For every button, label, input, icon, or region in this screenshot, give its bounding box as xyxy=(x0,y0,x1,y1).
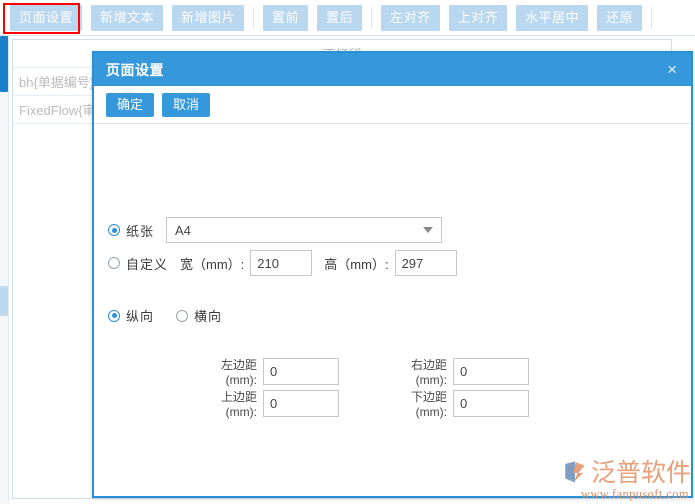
radio-paper-preset[interactable] xyxy=(108,224,120,236)
toolbar-button-send-backward[interactable]: 置后 xyxy=(317,4,363,31)
toolbar-separator-1 xyxy=(253,6,255,29)
margin-cell-bottom: 下边距 (mm): xyxy=(385,390,529,420)
radio-custom-size-label: 自定义 xyxy=(126,256,169,272)
margin-cell-right: 右边距 (mm): xyxy=(385,358,529,388)
margin-cell-left: 左边距 (mm): xyxy=(195,358,339,388)
margin-cell-top: 上边距 (mm): xyxy=(195,390,339,420)
margin-right-label: 右边距 (mm): xyxy=(410,358,447,387)
radio-orientation-landscape[interactable] xyxy=(176,309,189,322)
width-label: 宽（mm）: xyxy=(180,256,245,272)
margin-bottom-input[interactable] xyxy=(453,390,529,417)
width-input[interactable] xyxy=(250,250,313,276)
margin-top-input[interactable] xyxy=(263,390,339,417)
dialog-body: 纸张 A4 自定义 宽（mm）: 高（mm）: 纵向 xyxy=(94,124,691,496)
page-setup-dialog: 页面设置 × 确定 取消 纸张 A4 自定义 宽（mm）: 210 高（mm）:… xyxy=(92,51,693,498)
margin-left-input[interactable] xyxy=(263,358,339,385)
application-root: 页面设置 新增文本 新增图片 置前 置后 左对齐 上对齐 水平居中 还原 不打印… xyxy=(0,0,695,504)
cancel-button[interactable]: 取消 xyxy=(162,92,211,117)
chevron-down-icon xyxy=(423,227,434,233)
vertical-scrollbar[interactable] xyxy=(0,36,9,504)
toolbar-separator-3 xyxy=(651,6,653,29)
toolbar-button-add-text[interactable]: 新增文本 xyxy=(91,4,164,31)
dialog-titlebar: 页面设置 × xyxy=(94,53,691,86)
vertical-scrollbar-thumb-secondary[interactable] xyxy=(0,286,8,316)
orientation-row: 纵向 横向 xyxy=(108,306,222,325)
paper-size-select[interactable]: A4 xyxy=(166,217,443,243)
height-label: 高（mm）: xyxy=(324,256,389,272)
toolbar-button-align-left[interactable]: 左对齐 xyxy=(381,4,440,31)
toolbar: 页面设置 新增文本 新增图片 置前 置后 左对齐 上对齐 水平居中 还原 xyxy=(0,0,695,36)
paper-preset-row: 纸张 A4 xyxy=(108,217,443,243)
margin-right-input[interactable] xyxy=(453,358,529,385)
toolbar-separator-2 xyxy=(371,6,373,29)
close-icon[interactable]: × xyxy=(663,59,681,80)
confirm-button[interactable]: 确定 xyxy=(106,92,155,117)
vertical-scrollbar-thumb[interactable] xyxy=(0,36,8,92)
toolbar-button-restore[interactable]: 还原 xyxy=(597,4,643,31)
dialog-title: 页面设置 xyxy=(106,61,164,78)
margin-top-label: 上边距 (mm): xyxy=(220,390,257,419)
radio-orientation-portrait[interactable] xyxy=(108,309,120,322)
toolbar-button-align-center-horizontal[interactable]: 水平居中 xyxy=(516,4,589,31)
custom-size-row: 自定义 宽（mm）: 高（mm）: xyxy=(108,250,457,276)
toolbar-button-bring-forward[interactable]: 置前 xyxy=(263,4,309,31)
radio-orientation-landscape-label: 横向 xyxy=(194,309,223,324)
toolbar-button-page-setup[interactable]: 页面设置 xyxy=(10,4,83,31)
radio-paper-preset-label: 纸张 xyxy=(126,223,155,239)
toolbar-button-add-image[interactable]: 新增图片 xyxy=(172,4,245,31)
margin-bottom-label: 下边距 (mm): xyxy=(410,390,447,419)
toolbar-button-align-top[interactable]: 上对齐 xyxy=(448,4,508,31)
radio-orientation-portrait-label: 纵向 xyxy=(126,309,155,324)
margin-left-label: 左边距 (mm): xyxy=(220,358,257,387)
paper-size-value: A4 xyxy=(175,222,191,238)
dialog-action-bar: 确定 取消 xyxy=(94,86,691,124)
height-input[interactable] xyxy=(394,250,457,276)
radio-custom-size[interactable] xyxy=(108,257,120,269)
